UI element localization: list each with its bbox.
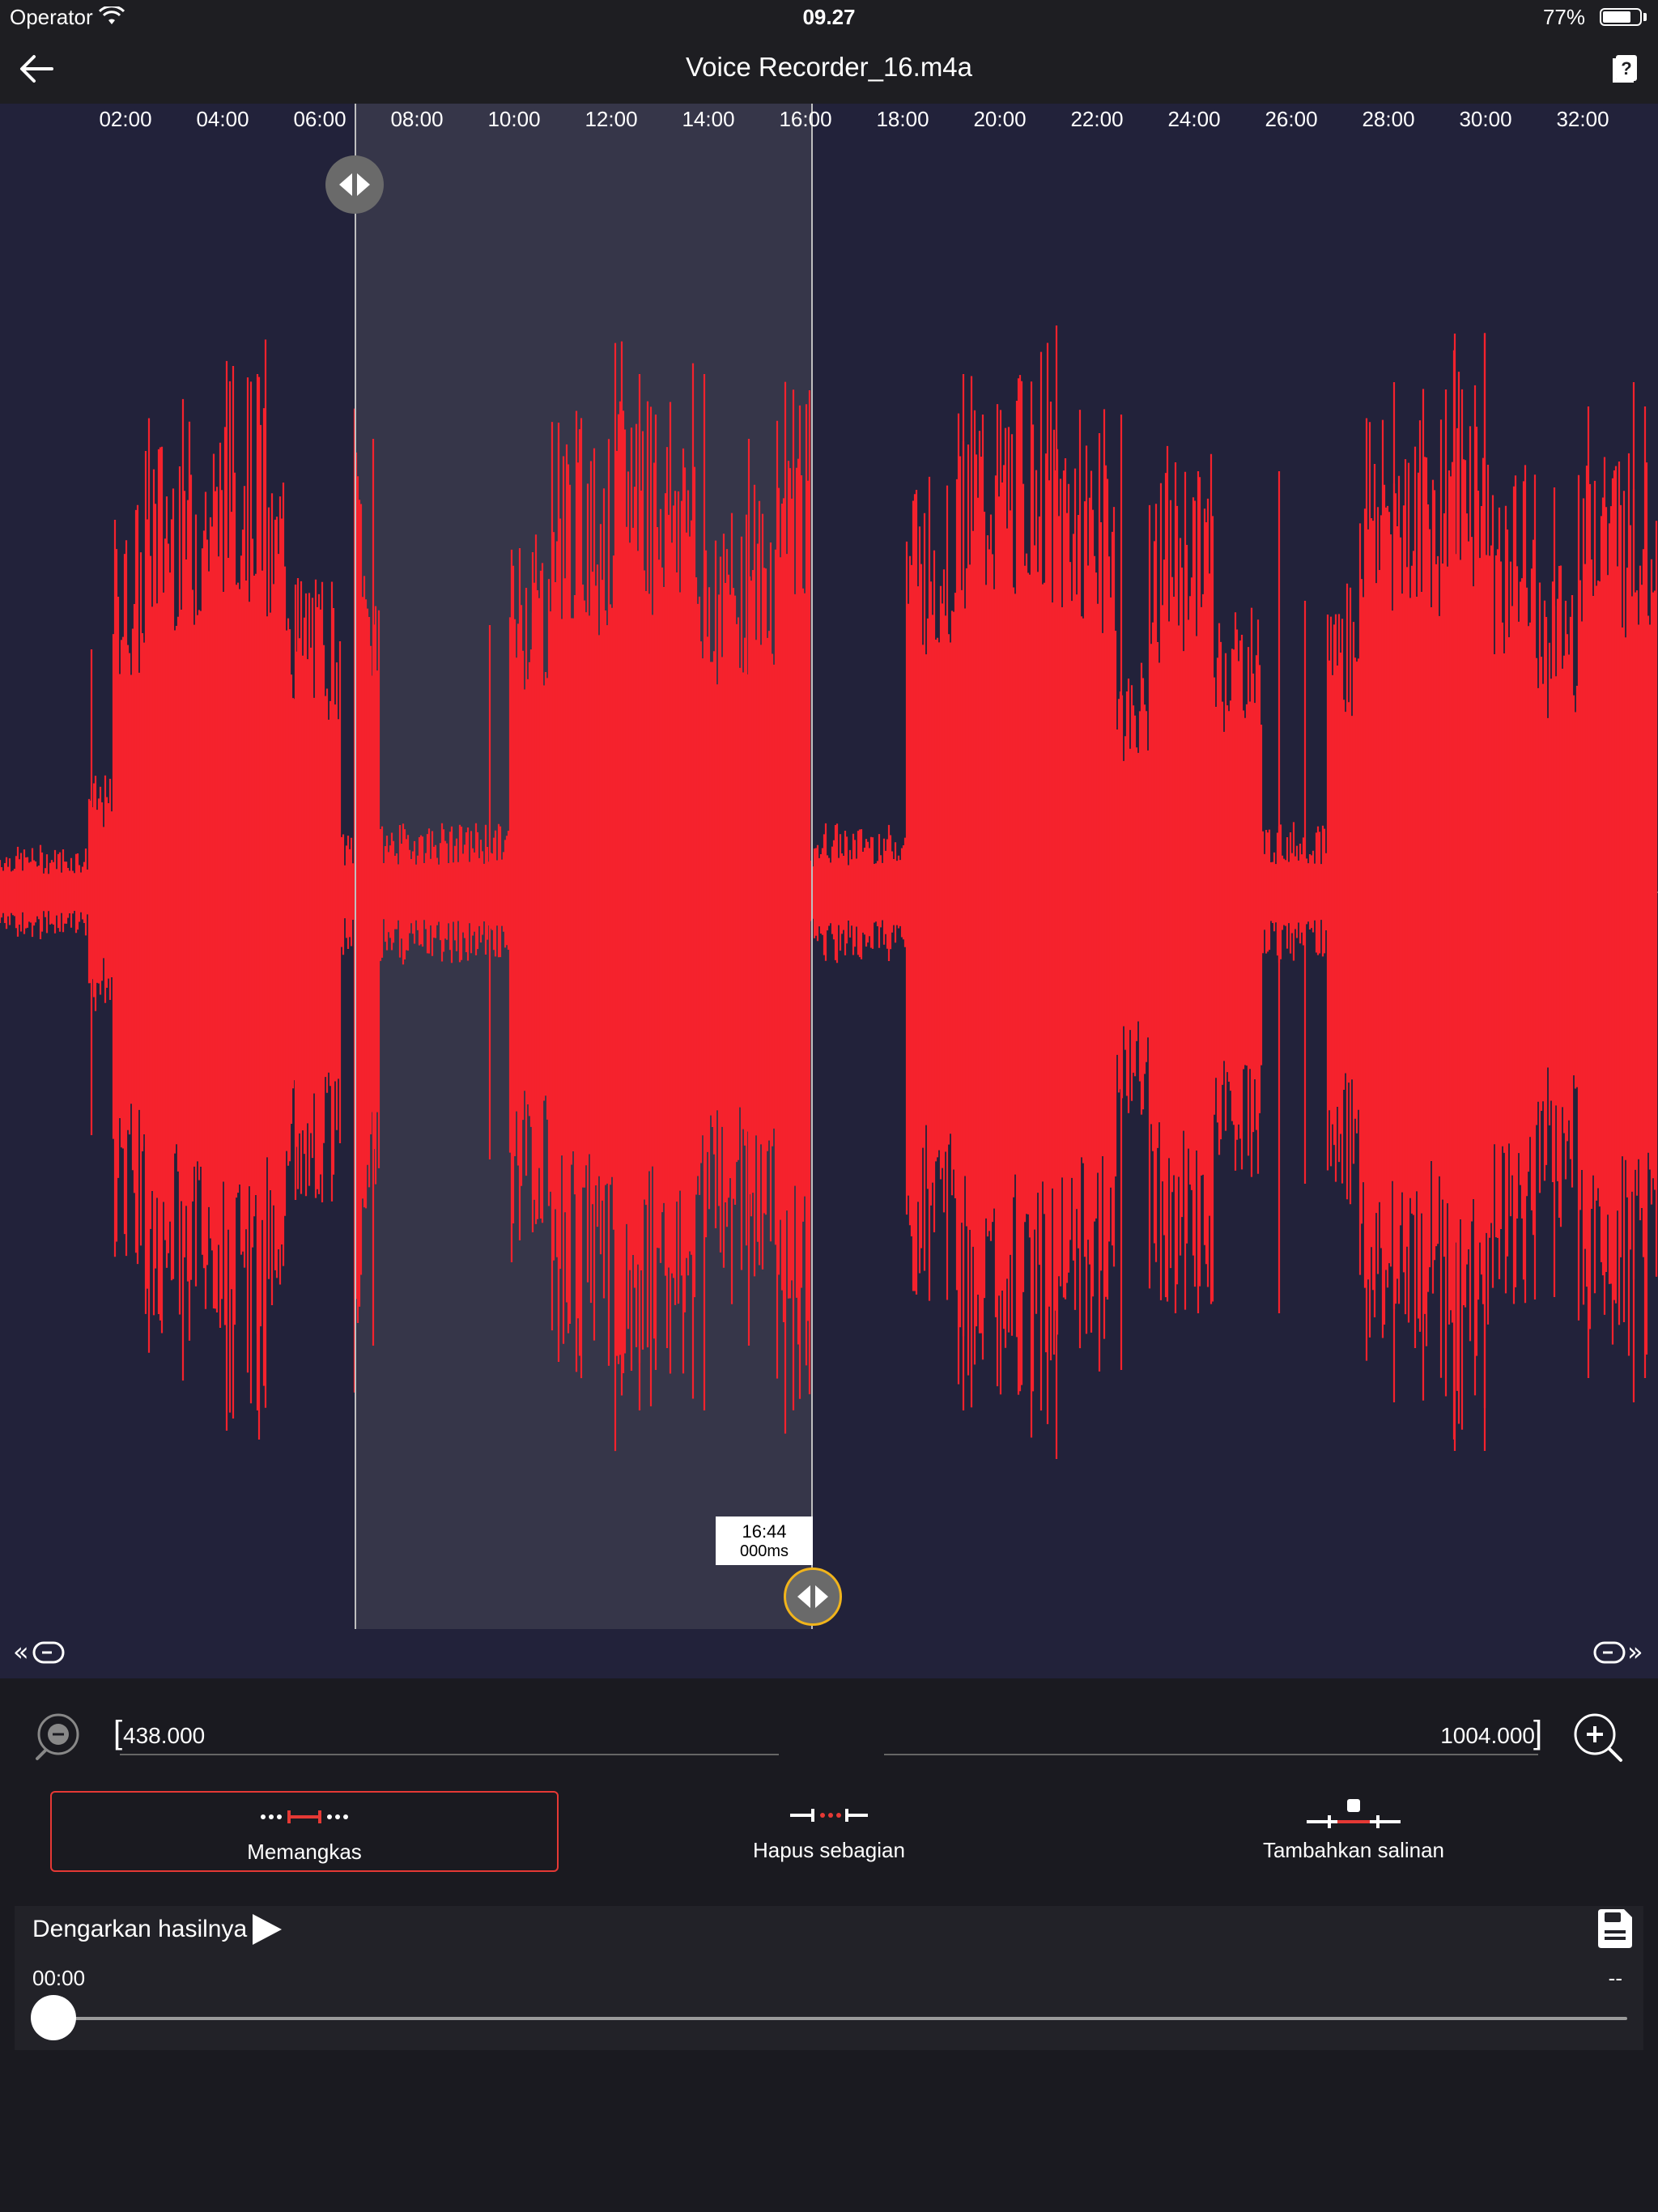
drag-arrows-icon: [797, 1585, 828, 1608]
status-clock: 09.27: [802, 5, 856, 29]
zoom-in-button[interactable]: [1571, 1710, 1626, 1765]
save-icon: [1598, 1909, 1632, 1948]
mode-trim-button[interactable]: Memangkas: [50, 1791, 559, 1872]
zoom-out-icon: [36, 1713, 79, 1760]
timeline-tick: 24:00: [1167, 107, 1221, 131]
listen-result-label: Dengarkan hasilnya: [32, 1916, 248, 1942]
timeline-tick: 16:00: [779, 107, 832, 131]
selection-end-handle[interactable]: [784, 1568, 842, 1626]
append-copy-icon: [1307, 1799, 1401, 1828]
timeline-tick: 14:00: [682, 107, 735, 131]
playback-progress-track[interactable]: [53, 2017, 1627, 2020]
mode-copy-button[interactable]: Tambahkan salinan: [1099, 1791, 1608, 1872]
selection-end-line: [811, 104, 813, 1629]
drag-arrows-icon: [339, 173, 370, 196]
timeline-tick: 18:00: [876, 107, 929, 131]
scroll-to-end-button[interactable]: »: [1592, 1636, 1645, 1667]
battery-icon: [1600, 8, 1642, 26]
svg-text:«: «: [13, 1638, 29, 1667]
help-button[interactable]: ?: [1606, 50, 1643, 87]
timeline-tick: 30:00: [1459, 107, 1512, 131]
timeline-tick: 06:00: [293, 107, 346, 131]
selection-time-tooltip: 16:44 000ms: [716, 1516, 813, 1565]
save-button[interactable]: [1595, 1908, 1634, 1950]
timeline-tick: 12:00: [585, 107, 638, 131]
timeline-tick: 26:00: [1265, 107, 1318, 131]
mode-delete-button[interactable]: Hapus sebagian: [575, 1791, 1083, 1872]
svg-text:»: »: [1627, 1638, 1643, 1667]
timeline-tick: 02:00: [99, 107, 152, 131]
status-bar: Operator 09.27 77%: [0, 0, 1658, 34]
timeline-tick: 20:00: [973, 107, 1027, 131]
scroll-to-start-button[interactable]: «: [13, 1636, 66, 1667]
timeline-tick: 22:00: [1070, 107, 1124, 131]
tooltip-time: 16:44: [742, 1521, 787, 1542]
svg-text:?: ?: [1621, 58, 1631, 79]
playback-current-time: 00:00: [32, 1966, 86, 1990]
selection-start-line: [355, 104, 356, 1629]
page-title: Voice Recorder_16.m4a: [685, 52, 973, 82]
battery-nub: [1643, 13, 1647, 21]
mode-trim-label: Memangkas: [247, 1840, 362, 1864]
delete-segment-icon: [790, 1809, 868, 1822]
selection-start-handle[interactable]: [325, 155, 384, 214]
range-close-bracket: ]: [1533, 1715, 1543, 1750]
mode-copy-label: Tambahkan salinan: [1262, 1838, 1445, 1862]
timeline-tick: 10:00: [487, 107, 541, 131]
battery-fill: [1603, 11, 1630, 23]
play-button[interactable]: [248, 1911, 285, 1948]
timeline-ruler: 02:00 04:00 06:00 08:00 10:00 12:00 14:00 16:00…: [0, 104, 1658, 136]
timeline-tick: 08:00: [390, 107, 444, 131]
forward-scroll-icon: »: [1593, 1636, 1643, 1667]
range-end-input[interactable]: [884, 1718, 1538, 1755]
zoom-in-icon: [1574, 1713, 1622, 1762]
rewind-scroll-icon: «: [13, 1636, 65, 1667]
play-icon: [253, 1914, 282, 1945]
timeline-tick: 04:00: [196, 107, 249, 131]
tooltip-ms: 000ms: [739, 1542, 789, 1560]
playback-duration: --: [1608, 1966, 1622, 1990]
range-start-input[interactable]: [120, 1718, 779, 1755]
timeline-tick: 28:00: [1362, 107, 1415, 131]
playback-progress-knob[interactable]: [31, 1995, 76, 2040]
waveform: [0, 325, 1658, 1459]
trim-icon: [261, 1810, 348, 1823]
zoom-out-button[interactable]: [31, 1710, 86, 1765]
document-help-icon: ?: [1613, 55, 1637, 83]
battery-percent: 77%: [1542, 5, 1585, 29]
mode-delete-label: Hapus sebagian: [753, 1838, 905, 1862]
timeline-tick: 32:00: [1556, 107, 1609, 131]
